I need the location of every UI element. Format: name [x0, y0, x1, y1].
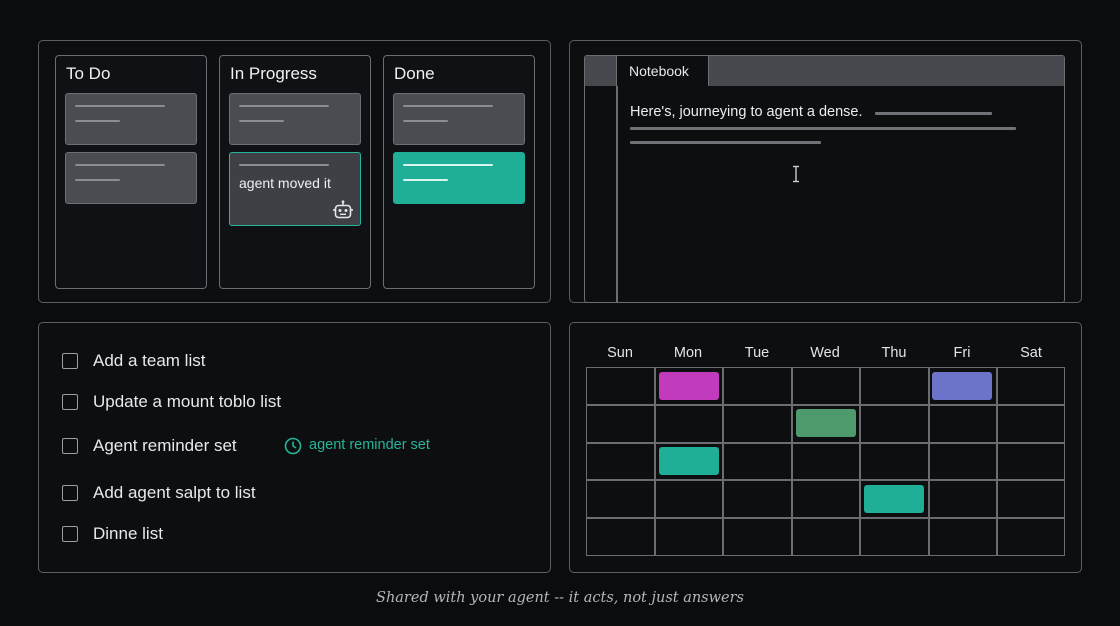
todo-label: Agent reminder set: [93, 436, 237, 455]
kanban-card[interactable]: [65, 152, 197, 204]
reminder-text: agent reminder set: [309, 437, 430, 453]
notebook-text[interactable]: Here's, journeying to agent a dense.: [630, 104, 863, 120]
day-header-tue: Tue: [744, 345, 770, 361]
agent-moved-card[interactable]: agent moved it: [229, 152, 361, 226]
text-cursor-icon: [793, 165, 799, 183]
day-header-thu: Thu: [881, 345, 907, 361]
kanban-column-in-progress: In Progress agent moved it: [219, 55, 371, 289]
tab-notebook[interactable]: Notebook: [617, 56, 709, 86]
notebook-panel: Notebook Here's, journeying to agent a d…: [569, 40, 1082, 303]
calendar-event[interactable]: [659, 447, 719, 475]
todo-label: Dinne list: [93, 524, 163, 543]
text-line-placeholder: [875, 112, 992, 115]
todo-checkbox[interactable]: [62, 438, 78, 454]
calendar-event[interactable]: [796, 409, 856, 437]
todo-label: Add agent salpt to list: [93, 483, 256, 502]
calendar-event[interactable]: [932, 372, 992, 400]
tab-label: Notebook: [629, 63, 689, 79]
calendar-panel: Sun Mon Tue Wed Thu Fri Sat: [569, 322, 1082, 573]
todo-checkbox[interactable]: [62, 485, 78, 501]
column-title: To Do: [66, 64, 111, 83]
day-header-sat: Sat: [1020, 345, 1042, 361]
todo-label: Add a team list: [93, 351, 206, 370]
kanban-column-done: Done: [383, 55, 535, 289]
text-line-placeholder: [630, 127, 1016, 130]
caption: Shared with your agent -- it acts, not j…: [376, 590, 744, 606]
todo-checkbox[interactable]: [62, 353, 78, 369]
agent-card-text: agent moved it: [239, 175, 331, 191]
kanban-column-todo: To Do: [55, 55, 207, 289]
day-header-fri: Fri: [953, 345, 971, 361]
kanban-card-done[interactable]: [393, 152, 525, 204]
kanban-panel: To Do In Progress agent moved it Done: [38, 40, 551, 303]
calendar-grid[interactable]: [586, 367, 1065, 556]
day-header-mon: Mon: [673, 345, 703, 361]
todo-checkbox[interactable]: [62, 394, 78, 410]
todo-panel: Add a team list Update a mount toblo lis…: [38, 322, 551, 573]
clock-icon: [284, 437, 302, 455]
day-header-sun: Sun: [607, 345, 633, 361]
todo-checkbox[interactable]: [62, 526, 78, 542]
column-title: In Progress: [230, 64, 317, 83]
calendar-event[interactable]: [659, 372, 719, 400]
text-line-placeholder: [630, 141, 821, 144]
kanban-card[interactable]: [393, 93, 525, 145]
kanban-card[interactable]: [229, 93, 361, 145]
kanban-card[interactable]: [65, 93, 197, 145]
column-title: Done: [394, 64, 435, 83]
calendar-event[interactable]: [864, 485, 924, 513]
day-header-wed: Wed: [810, 345, 840, 361]
notebook-editor: Notebook Here's, journeying to agent a d…: [584, 55, 1065, 303]
robot-icon: [333, 200, 353, 219]
notebook-gutter: [616, 56, 618, 302]
todo-label: Update a mount toblo list: [93, 392, 282, 411]
